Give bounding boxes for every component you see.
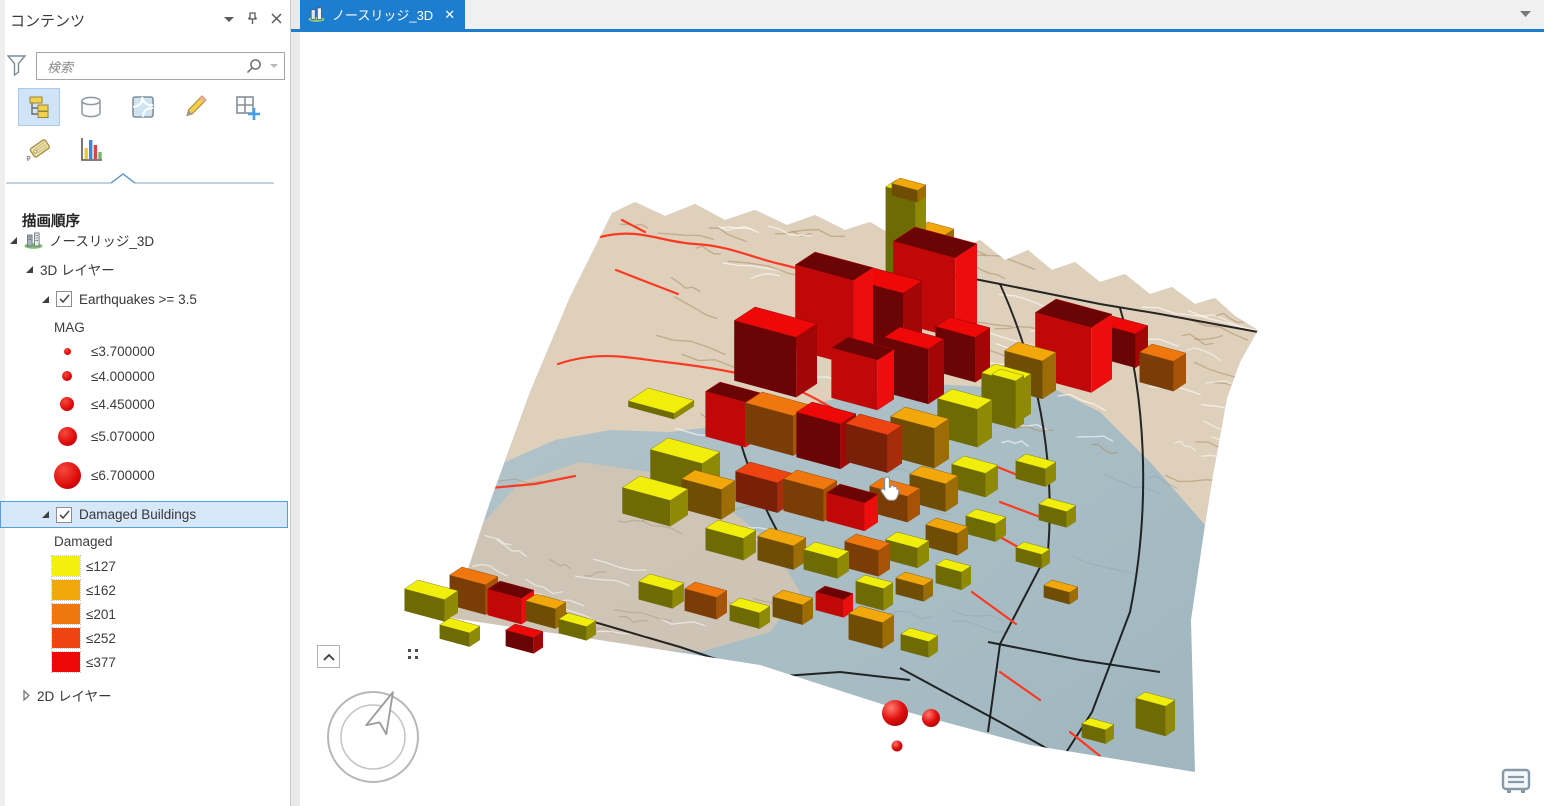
scene-label: ノースリッジ_3D [49, 230, 154, 250]
expander-expanded-icon[interactable] [7, 234, 20, 247]
list-by-charts-button[interactable] [70, 130, 112, 168]
view-tabstrip: ノースリッジ_3D ✕ [300, 0, 1544, 29]
scene-tab[interactable]: ノースリッジ_3D ✕ [300, 0, 465, 29]
drawing-order-icon [26, 94, 52, 120]
mag-field-label: MAG [54, 314, 290, 340]
damaged-class-label: ≤162 [86, 583, 116, 598]
view-list-caret-icon[interactable] [1520, 10, 1531, 18]
search-icon[interactable] [246, 58, 262, 74]
expander-collapsed-icon[interactable] [20, 689, 33, 702]
tree-item-2d-layers[interactable]: 2D レイヤー [0, 680, 290, 710]
pencil-icon [182, 94, 208, 120]
scene-viewport: ノースリッジ_3D ✕ [300, 0, 1544, 806]
tree-item-earthquakes[interactable]: Earthquakes >= 3.5 [0, 284, 290, 314]
scene-tab-label: ノースリッジ_3D [332, 5, 433, 24]
earthquakes-checkbox[interactable] [56, 291, 72, 307]
mag-legend-row: ≤3.700000 [0, 340, 290, 363]
label-tag-icon [25, 135, 53, 163]
bar-chart-icon [78, 136, 104, 162]
list-by-data-source-button[interactable] [70, 88, 112, 126]
search-box [36, 52, 285, 80]
toolbar-collapse-divider[interactable] [6, 172, 274, 186]
drag-handle-icon[interactable] [407, 648, 419, 662]
mag-legend: ≤3.700000 ≤4.000000 ≤4.450000 ≤5.070000 ≤6.7… [0, 340, 290, 497]
tree-item-3d-layers[interactable]: 3D レイヤー [0, 254, 290, 284]
damaged-buildings-checkbox[interactable] [56, 507, 72, 523]
damaged-buildings-label: Damaged Buildings [79, 507, 196, 522]
mag-class-label: ≤4.450000 [91, 397, 155, 412]
3d-layers-label: 3D レイヤー [40, 259, 115, 279]
damaged-class-label: ≤127 [86, 559, 116, 574]
close-pane-icon[interactable] [271, 13, 282, 24]
damaged-class-label: ≤377 [86, 655, 116, 670]
damaged-symbol-swatch [52, 652, 80, 672]
damaged-class-label: ≤201 [86, 607, 116, 622]
mag-legend-row: ≤5.070000 [0, 419, 290, 454]
map-selection-icon [130, 94, 156, 120]
close-tab-icon[interactable]: ✕ [444, 7, 455, 23]
mag-symbol-dot [54, 462, 81, 489]
damaged-legend-row: ≤377 [0, 650, 290, 674]
database-icon [78, 94, 104, 120]
mag-class-label: ≤4.000000 [91, 369, 155, 384]
compass-navigator[interactable] [323, 685, 423, 785]
pane-title: コンテンツ [10, 10, 85, 31]
contents-toolbar-row2 [18, 130, 112, 168]
pane-splitter[interactable] [291, 0, 300, 806]
list-by-drawing-order-button[interactable] [18, 88, 60, 126]
damaged-legend-row: ≤201 [0, 602, 290, 626]
on-screen-constraints-icon[interactable] [1500, 766, 1532, 796]
scene-canvas[interactable] [300, 32, 1544, 806]
tree-item-damaged-buildings[interactable]: Damaged Buildings [0, 501, 288, 528]
damaged-legend-row: ≤127 [0, 554, 290, 578]
damaged-symbol-swatch [52, 604, 80, 624]
expander-expanded-icon[interactable] [39, 293, 52, 306]
arcgis-pro-window: コンテンツ [0, 0, 1544, 806]
search-options-caret-icon[interactable] [270, 63, 278, 69]
mag-legend-row: ≤4.450000 [0, 389, 290, 419]
list-by-editing-button[interactable] [174, 88, 216, 126]
search-row [0, 52, 290, 82]
damaged-symbol-swatch [52, 580, 80, 600]
damaged-symbol-swatch [52, 628, 80, 648]
search-input[interactable] [45, 55, 239, 79]
list-by-selection-button[interactable] [122, 88, 164, 126]
list-by-labeling-button[interactable] [18, 130, 60, 168]
scene-3d-map[interactable] [300, 32, 1544, 806]
expander-expanded-icon[interactable] [23, 263, 36, 276]
mag-class-label: ≤6.700000 [91, 468, 155, 483]
damaged-class-label: ≤252 [86, 631, 116, 646]
tree-item-scene[interactable]: ノースリッジ_3D [0, 226, 290, 254]
expander-expanded-icon[interactable] [39, 508, 52, 521]
grid-add-icon [234, 94, 261, 121]
new-map-button[interactable] [226, 88, 268, 126]
mag-symbol-dot [64, 348, 71, 355]
mag-symbol-dot [62, 371, 72, 381]
mag-symbol-dot [60, 397, 74, 411]
earthquakes-label: Earthquakes >= 3.5 [79, 292, 197, 307]
damaged-legend-row: ≤252 [0, 626, 290, 650]
mag-class-label: ≤3.700000 [91, 344, 155, 359]
damaged-legend: ≤127 ≤162 ≤201 ≤252 ≤377 [0, 554, 290, 674]
pane-menu-caret-icon[interactable] [224, 15, 234, 23]
2d-layers-label: 2D レイヤー [37, 685, 112, 705]
overview-expand-button[interactable] [317, 645, 340, 668]
contents-pane: コンテンツ [0, 0, 291, 806]
mag-legend-row: ≤6.700000 [0, 454, 290, 497]
mag-legend-row: ≤4.000000 [0, 363, 290, 389]
layer-tree: ノースリッジ_3D 3D レイヤー Earthquakes >= 3.5 MAG… [0, 226, 290, 710]
scene-icon [24, 232, 43, 249]
contents-toolbar [18, 88, 268, 126]
pin-icon[interactable] [247, 12, 258, 25]
contents-pane-header: コンテンツ [0, 0, 290, 36]
mag-symbol-dot [58, 427, 77, 446]
damaged-symbol-swatch [52, 556, 80, 576]
mag-class-label: ≤5.070000 [91, 429, 155, 444]
damaged-legend-row: ≤162 [0, 578, 290, 602]
damaged-field-label: Damaged [54, 528, 290, 554]
filter-icon[interactable] [7, 55, 27, 76]
scene-tab-icon [308, 7, 325, 22]
